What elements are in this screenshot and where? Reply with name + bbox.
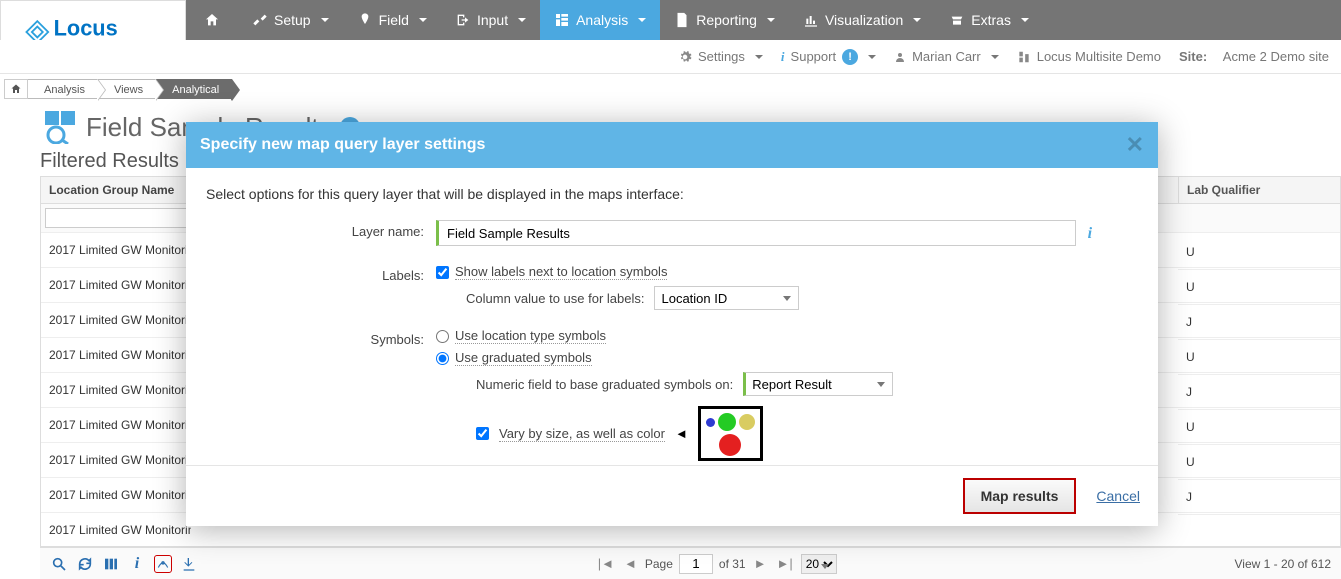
map-results-button[interactable]: Map results [963, 478, 1077, 514]
table-row[interactable]: U [1178, 235, 1340, 270]
col-header-location-group[interactable]: Location Group Name [41, 177, 191, 203]
prev-page-icon[interactable]: ◄ [622, 556, 639, 571]
page-size-select[interactable]: 20 [801, 554, 837, 574]
sub-nav: Settings iSupport! Marian Carr Locus Mul… [0, 40, 1341, 74]
breadcrumb-home-icon[interactable] [4, 79, 28, 99]
radio-location-type-symbols[interactable] [436, 330, 449, 343]
table-row[interactable]: J [1178, 375, 1340, 410]
numeric-field-label: Numeric field to base graduated symbols … [476, 377, 733, 392]
view-range-label: View 1 - 20 of 612 [1234, 557, 1331, 571]
info-icon[interactable]: i [128, 555, 146, 573]
search-icon[interactable] [50, 555, 68, 573]
page-title-icon [44, 110, 78, 144]
tenant-menu[interactable]: Locus Multisite Demo [1017, 49, 1161, 64]
page-of-label: of 31 [719, 557, 746, 571]
nav-setup[interactable]: Setup [238, 0, 343, 40]
support-badge-icon: ! [842, 49, 858, 65]
col-header-lab-qualifier[interactable]: Lab Qualifier [1178, 177, 1340, 204]
table-row[interactable]: U [1178, 410, 1340, 445]
download-icon[interactable] [180, 555, 198, 573]
grid-footer: i |◄ ◄ Page of 31 ► ►| 20 View 1 - 20 of… [40, 547, 1341, 579]
support-menu[interactable]: iSupport! [781, 49, 876, 65]
label-labels: Labels: [206, 264, 436, 283]
breadcrumb-analytical[interactable]: Analytical [156, 79, 232, 99]
nav-analysis[interactable]: Analysis [540, 0, 660, 40]
map-query-layer-dialog: Specify new map query layer settings ✕ S… [186, 122, 1158, 526]
nav-field[interactable]: Field [343, 0, 441, 40]
dialog-title: Specify new map query layer settings [200, 136, 485, 154]
svg-text:Locus: Locus [53, 16, 117, 41]
breadcrumb: Analysis Views Analytical [0, 74, 1341, 100]
page-number-input[interactable] [679, 554, 713, 574]
user-menu[interactable]: Marian Carr [894, 49, 999, 64]
dialog-title-bar: Specify new map query layer settings ✕ [186, 122, 1158, 168]
table-row[interactable]: J [1178, 305, 1340, 340]
page-label: Page [645, 557, 673, 571]
table-row[interactable]: U [1178, 340, 1340, 375]
site-selector[interactable]: Site: Acme 2 Demo site [1179, 49, 1329, 64]
breadcrumb-analysis[interactable]: Analysis [28, 79, 98, 99]
settings-menu[interactable]: Settings [678, 49, 763, 64]
column-value-label: Column value to use for labels: [466, 291, 644, 306]
vary-by-size-label: Vary by size, as well as color [499, 426, 665, 442]
nav-input[interactable]: Input [441, 0, 540, 40]
nav-visualization[interactable]: Visualization [789, 0, 935, 40]
last-page-icon[interactable]: ►| [774, 556, 794, 571]
table-row[interactable]: U [1178, 445, 1340, 480]
radio-graduated-symbols[interactable] [436, 352, 449, 365]
pagination: |◄ ◄ Page of 31 ► ►| 20 [596, 554, 837, 574]
label-symbols: Symbols: [206, 328, 436, 347]
columns-icon[interactable] [102, 555, 120, 573]
table-row[interactable]: J [1178, 480, 1340, 515]
nav-home-icon[interactable] [186, 0, 238, 40]
info-icon[interactable]: i [1088, 225, 1092, 242]
dialog-intro: Select options for this query layer that… [206, 186, 1138, 202]
first-page-icon[interactable]: |◄ [596, 556, 616, 571]
radio-label-location-type: Use location type symbols [455, 328, 606, 344]
cancel-button[interactable]: Cancel [1096, 488, 1140, 504]
filter-location-group[interactable] [45, 208, 187, 228]
top-nav: Locus TECHNOLOGIES Setup Field Input Ana… [0, 0, 1341, 40]
numeric-field-select[interactable]: Report Result [743, 372, 893, 396]
nav-reporting[interactable]: Reporting [660, 0, 789, 40]
next-page-icon[interactable]: ► [752, 556, 769, 571]
nav-extras[interactable]: Extras [935, 0, 1043, 40]
layer-name-input[interactable] [436, 220, 1076, 246]
breadcrumb-views[interactable]: Views [98, 79, 156, 99]
table-row[interactable] [1178, 515, 1340, 547]
graduated-symbol-preview [698, 406, 763, 461]
table-row[interactable]: U [1178, 270, 1340, 305]
radio-label-graduated: Use graduated symbols [455, 350, 592, 366]
map-icon[interactable] [154, 555, 172, 573]
refresh-icon[interactable] [76, 555, 94, 573]
vary-by-size-checkbox[interactable] [476, 427, 489, 440]
label-layer-name: Layer name: [206, 220, 436, 239]
close-icon[interactable]: ✕ [1126, 132, 1144, 158]
show-labels-checkbox[interactable] [436, 266, 449, 279]
show-labels-text: Show labels next to location symbols [455, 264, 667, 280]
column-value-select[interactable]: Location ID [654, 286, 799, 310]
